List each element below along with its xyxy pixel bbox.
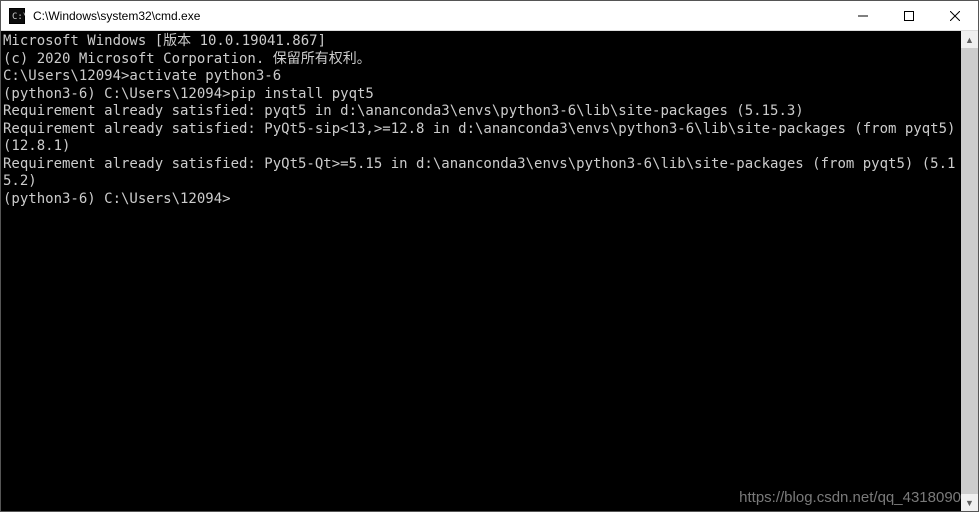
scroll-up-arrow[interactable]: ▲	[961, 31, 978, 48]
terminal-line: Requirement already satisfied: PyQt5-sip…	[3, 121, 961, 156]
terminal-line: (python3-6) C:\Users\12094>pip install p…	[3, 86, 961, 104]
maximize-button[interactable]	[886, 1, 932, 30]
minimize-button[interactable]	[840, 1, 886, 30]
terminal-line: Requirement already satisfied: pyqt5 in …	[3, 103, 961, 121]
vertical-scrollbar[interactable]: ▲ ▼	[961, 31, 978, 511]
close-button[interactable]	[932, 1, 978, 30]
terminal-line: Requirement already satisfied: PyQt5-Qt>…	[3, 156, 961, 191]
window-title: C:\Windows\system32\cmd.exe	[31, 9, 840, 23]
scroll-down-arrow[interactable]: ▼	[961, 494, 978, 511]
cmd-window: C:\ C:\Windows\system32\cmd.exe Microsof…	[0, 0, 979, 512]
cmd-icon: C:\	[9, 8, 25, 24]
terminal-output[interactable]: Microsoft Windows [版本 10.0.19041.867](c)…	[1, 31, 961, 511]
scroll-track[interactable]	[961, 48, 978, 494]
terminal-line: Microsoft Windows [版本 10.0.19041.867]	[3, 33, 961, 51]
svg-text:C:\: C:\	[12, 12, 25, 22]
terminal-line: C:\Users\12094>activate python3-6	[3, 68, 961, 86]
terminal-line: (c) 2020 Microsoft Corporation. 保留所有权利。	[3, 51, 961, 69]
window-controls	[840, 1, 978, 30]
scroll-thumb[interactable]	[961, 48, 978, 494]
titlebar: C:\ C:\Windows\system32\cmd.exe	[1, 1, 978, 31]
terminal-area: Microsoft Windows [版本 10.0.19041.867](c)…	[1, 31, 978, 511]
terminal-line: (python3-6) C:\Users\12094>	[3, 191, 961, 209]
